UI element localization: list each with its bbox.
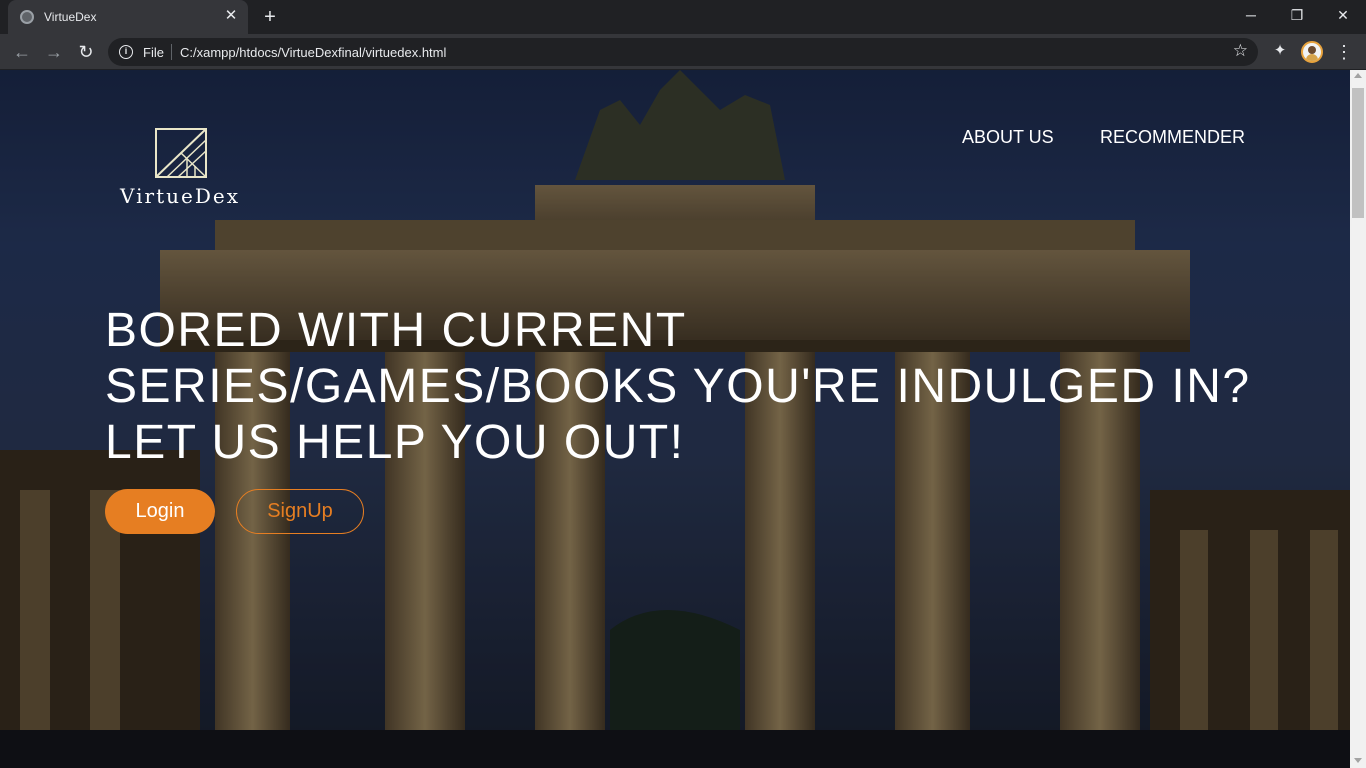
back-button[interactable]: ← [10,40,34,64]
logo-icon [155,128,207,178]
scroll-down-arrow-icon[interactable] [1354,758,1362,763]
scroll-up-arrow-icon[interactable] [1354,73,1362,78]
page-scrollbar[interactable] [1350,70,1366,768]
maximize-button[interactable]: ❐ [1274,0,1320,30]
tab-close-icon[interactable]: ✕ [222,7,240,25]
scrollbar-thumb[interactable] [1352,88,1364,218]
hero-line-1: BORED WITH CURRENT [105,304,687,357]
site-logo[interactable]: VirtueDex [112,126,252,210]
nav-about-us[interactable]: ABOUT US [962,127,1054,148]
info-icon[interactable]: i [119,45,133,59]
hero-line-2: SERIES/GAMES/BOOKS YOU'RE INDULGED IN? [105,360,1251,413]
tab-title: VirtueDex [44,10,97,24]
browser-toolbar: ← → ↻ i File C:/xampp/htdocs/VirtueDexfi… [0,34,1366,70]
page-viewport: VirtueDex ABOUT US RECOMMENDER BORED WIT… [0,70,1350,768]
browser-tab[interactable]: VirtueDex ✕ [8,0,248,34]
hero-heading: BORED WITH CURRENT SERIES/GAMES/BOOKS YO… [105,303,1305,471]
address-separator [171,44,172,60]
login-button[interactable]: Login [105,489,215,534]
bookmark-star-icon[interactable]: ☆ [1233,41,1248,61]
profile-avatar[interactable] [1301,41,1323,63]
new-tab-button[interactable]: + [258,5,282,29]
forward-button[interactable]: → [42,40,66,64]
signup-button[interactable]: SignUp [236,489,364,534]
scheme-label: File [143,45,164,60]
hero-line-3: LET US HELP YOU OUT! [105,416,685,469]
extensions-icon[interactable]: ✦ [1270,41,1290,61]
reload-button[interactable]: ↻ [74,40,98,64]
minimize-button[interactable]: ─ [1228,0,1274,30]
logo-text: VirtueDex [120,184,240,208]
nav-recommender[interactable]: RECOMMENDER [1100,127,1245,148]
address-bar[interactable]: i File C:/xampp/htdocs/VirtueDexfinal/vi… [108,38,1258,66]
close-window-button[interactable]: ✕ [1320,0,1366,30]
browser-menu-icon[interactable]: ⋮ [1334,41,1354,63]
tab-strip: VirtueDex ✕ + ─ ❐ ✕ [0,0,1366,34]
url-text[interactable]: C:/xampp/htdocs/VirtueDexfinal/virtuedex… [180,45,446,60]
globe-icon [20,10,34,24]
